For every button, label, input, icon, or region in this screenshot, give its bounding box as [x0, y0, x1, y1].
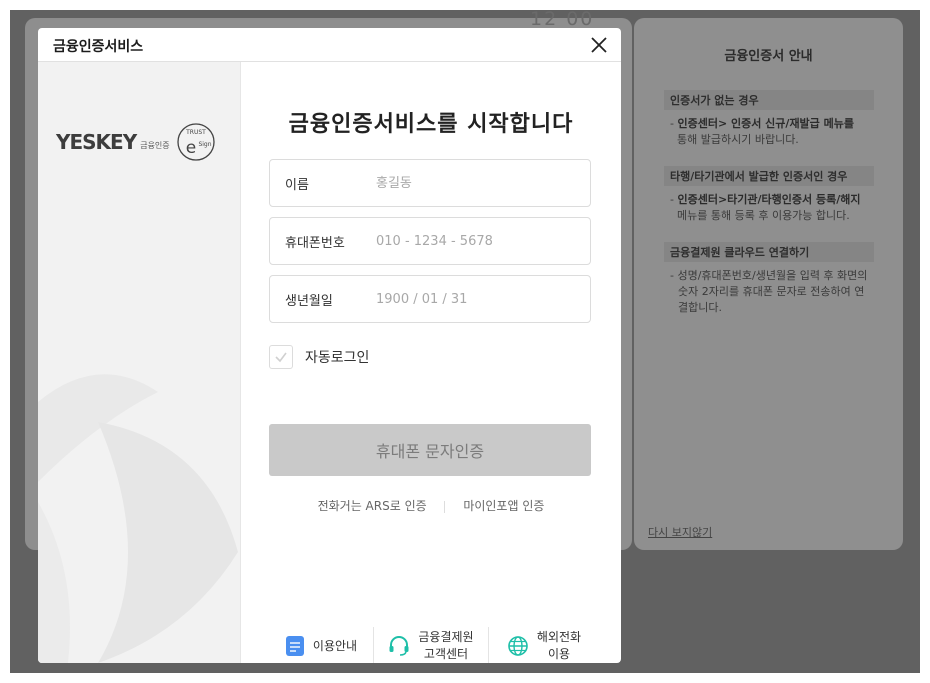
name-field-label: 이름	[285, 178, 309, 193]
info-section-no-cert: 인증서가 없는 경우 - 인증센터> 인증서 신규/재발급 메뉴를 통해 발급하…	[664, 90, 874, 148]
dialog-brand-panel: YESKEY 금융인증 TRUST e Sign	[38, 62, 241, 663]
auto-login-option: 자동로그인	[269, 345, 369, 369]
info-section-text: 성명/휴대폰번호/생년월을 입력 후 화면의 숫자 2자리를 휴대폰 문자로 전…	[677, 269, 868, 314]
yeskey-logo-subtext: 금융인증	[140, 140, 170, 150]
info-section-heading: 인증서가 없는 경우	[664, 90, 874, 110]
info-section-body: - 인증센터>타기관/타행인증서 등록/해지 메뉴를 통해 등록 후 이용가능 …	[670, 193, 861, 222]
info-section-cloud: 금융결제원 클라우드 연결하기 - 성명/휴대폰번호/생년월을 입력 후 화면의…	[664, 242, 874, 316]
globe-icon	[508, 636, 528, 656]
info-side-panel: 금융인증서 안내 인증서가 없는 경우 - 인증센터> 인증서 신규/재발급 메…	[634, 18, 903, 550]
dialog-header: 금융인증서비스	[38, 28, 621, 62]
name-input[interactable]	[376, 172, 576, 194]
info-section-heading: 타행/타기관에서 발급한 인증서인 경우	[664, 166, 874, 186]
yeskey-logo-text: YESKEY	[56, 130, 137, 154]
dialog-form-area: 금융인증서비스를 시작합니다 이름 휴대폰번호 생년월일 자동로그인	[241, 62, 621, 663]
auto-login-label: 자동로그인	[305, 350, 370, 366]
badge-letter: e	[185, 138, 195, 158]
dialog-title: 금융인증서비스	[53, 39, 144, 55]
overseas-call-label-line2: 이용	[547, 647, 571, 661]
info-section-body: - 인증센터> 인증서 신규/재발급 메뉴를 통해 발급하시기 바랍니다.	[670, 117, 854, 146]
close-icon	[591, 37, 607, 53]
ars-auth-link[interactable]: 전화거는 ARS로 인증	[318, 499, 427, 513]
badge-top-text: TRUST	[185, 129, 206, 136]
info-section-bold-text: 인증센터> 인증서 신규/재발급 메뉴를	[677, 117, 854, 130]
auto-login-checkbox[interactable]	[269, 345, 293, 369]
birthdate-field-label: 생년월일	[285, 294, 333, 309]
sms-auth-button[interactable]: 휴대폰 문자인증	[269, 424, 591, 476]
info-section-body: - 성명/휴대폰번호/생년월을 입력 후 화면의 숫자 2자리를 휴대폰 문자로…	[670, 269, 868, 314]
customer-center-button[interactable]: 금융결제원 고객센터	[374, 627, 488, 663]
main-heading: 금융인증서비스를 시작합니다	[288, 112, 574, 137]
document-icon	[285, 636, 304, 656]
screen-overlay: 12 00 금융인증서 안내 인증서가 없는 경우 - 인증센터> 인증서 신규…	[10, 10, 920, 673]
side-panel-title: 금융인증서 안내	[724, 49, 813, 64]
decorative-leaf-graphic	[38, 374, 238, 663]
usage-guide-label: 이용안내	[312, 638, 358, 653]
info-section-heading: 금융결제원 클라우드 연결하기	[664, 242, 874, 262]
birthdate-field: 생년월일	[269, 275, 591, 323]
trust-esign-badge-icon: TRUST e Sign	[177, 123, 215, 161]
headset-icon	[389, 636, 409, 656]
background-timer-text: 12 00	[530, 10, 595, 30]
usage-guide-button[interactable]: 이용안내	[269, 627, 373, 663]
alternative-auth-links: 전화거는 ARS로 인증 마이인포앱 인증	[241, 497, 621, 514]
customer-center-label-line1: 금융결제원	[418, 630, 474, 644]
phone-field: 휴대폰번호	[269, 217, 591, 265]
name-field: 이름	[269, 159, 591, 207]
overseas-call-label: 해외전화 이용	[537, 629, 581, 663]
dismiss-link[interactable]: 다시 보지않기	[648, 524, 712, 540]
close-button[interactable]	[587, 33, 611, 57]
phone-field-label: 휴대폰번호	[285, 236, 345, 251]
overseas-call-label-line1: 해외전화	[536, 630, 582, 644]
overseas-call-button[interactable]: 해외전화 이용	[489, 627, 599, 663]
birthdate-input[interactable]	[376, 288, 576, 310]
customer-center-label: 금융결제원 고객센터	[418, 629, 473, 663]
info-section-text: 통해 발급하시기 바랍니다.	[677, 133, 799, 146]
myinfo-app-auth-link[interactable]: 마이인포앱 인증	[463, 499, 544, 513]
badge-side-text: Sign	[198, 141, 211, 148]
yeskey-logo: YESKEY 금융인증 TRUST e Sign	[56, 122, 216, 162]
info-section-text: 메뉴를 통해 등록 후 이용가능 합니다.	[677, 209, 850, 222]
info-section-bold-text: 인증센터>타기관/타행인증서 등록/해지	[677, 193, 861, 206]
customer-center-label-line2: 고객센터	[423, 647, 469, 661]
info-section-other-bank: 타행/타기관에서 발급한 인증서인 경우 - 인증센터>타기관/타행인증서 등록…	[664, 166, 874, 224]
auth-dialog: 금융인증서비스 YESKEY 금융인증 TRUST e Sign 금융인증서비스…	[38, 28, 621, 663]
link-divider	[444, 500, 446, 513]
check-icon	[275, 352, 287, 363]
dialog-footer: 이용안내 금융결제원 고객센터 해외전화 이용	[269, 624, 599, 663]
phone-input[interactable]	[376, 230, 576, 252]
